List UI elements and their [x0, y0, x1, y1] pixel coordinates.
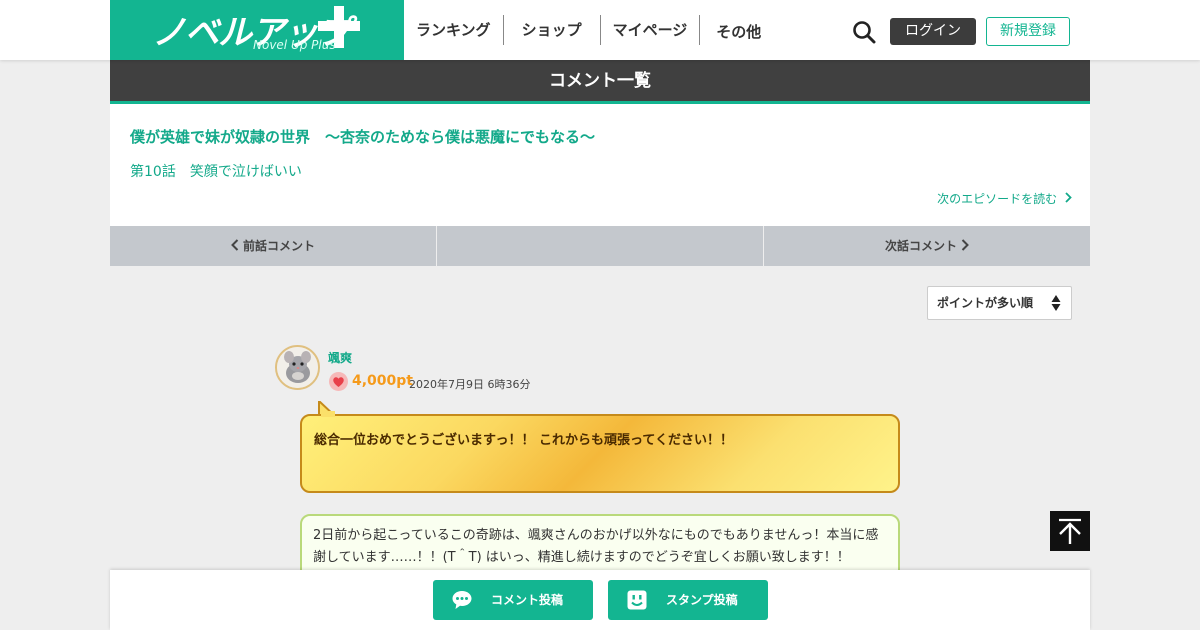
- reply-text: 2日前から起こっているこの奇跡は、颯爽さんのおかげ以外なにものでもありませんっ！…: [313, 528, 879, 565]
- site-logo[interactable]: ノベルアップ Novel Up Plus: [110, 0, 404, 60]
- login-button[interactable]: ログイン: [890, 18, 976, 45]
- avatar[interactable]: [275, 345, 320, 390]
- page-title: コメント一覧: [110, 60, 1090, 104]
- chevron-left-icon: [231, 239, 239, 251]
- work-title-link[interactable]: 僕が英雄で妹が奴隷の世界 〜杏奈のためなら僕は悪魔にでもなる〜: [130, 126, 595, 147]
- logo-subtitle: Novel Up Plus: [253, 38, 336, 52]
- comment-date: 2020年7月9日 6時36分: [409, 378, 531, 391]
- next-episode-label: 次のエピソードを読む: [937, 192, 1058, 206]
- nav-shop[interactable]: ショップ: [504, 15, 601, 45]
- prev-comments-label: 前話コメント: [242, 239, 315, 253]
- stamp-icon: [627, 590, 647, 610]
- page-top-button[interactable]: [1050, 511, 1090, 551]
- post-stamp-label: スタンプ投稿: [666, 593, 738, 607]
- prev-comments-button[interactable]: 前話コメント: [110, 226, 437, 266]
- sort-order-value: ポイントが多い順: [937, 296, 1034, 310]
- sort-order-select[interactable]: ポイントが多い順: [927, 286, 1072, 320]
- pager-middle: [437, 226, 764, 266]
- work-info-panel: 僕が英雄で妹が奴隷の世界 〜杏奈のためなら僕は悪魔にでもなる〜 第10話 笑顔で…: [110, 104, 1090, 226]
- sort-arrows-icon: [1051, 295, 1061, 311]
- comment-pager: 前話コメント 次話コメント: [110, 226, 1090, 266]
- post-stamp-button[interactable]: スタンプ投稿: [608, 580, 768, 620]
- episode-title-link[interactable]: 第10話 笑顔で泣けばいい: [130, 161, 302, 181]
- next-comments-button[interactable]: 次話コメント: [764, 226, 1090, 266]
- next-comments-label: 次話コメント: [884, 239, 957, 253]
- comment-username[interactable]: 颯爽: [328, 349, 352, 366]
- chinchilla-avatar-icon: [277, 347, 318, 388]
- chevron-right-icon: [1065, 192, 1072, 203]
- bottom-action-bar: コメント投稿 スタンプ投稿: [110, 570, 1090, 630]
- comment-bubble: 総合一位おめでとうございますっ！！ これからも頑張ってください！！: [300, 414, 900, 493]
- nav-ranking[interactable]: ランキング: [404, 15, 504, 45]
- nav-other[interactable]: その他: [700, 17, 777, 47]
- search-icon[interactable]: [852, 20, 876, 44]
- next-episode-link[interactable]: 次のエピソードを読む: [937, 190, 1072, 207]
- nav-mypage[interactable]: マイページ: [601, 15, 701, 45]
- bubble-tail-cover: [321, 411, 335, 417]
- comment-points: 4,000pt: [352, 373, 413, 389]
- comment-text: 総合一位おめでとうございますっ！！ これからも頑張ってください！！: [314, 433, 733, 448]
- arrow-up-icon: [1059, 518, 1081, 544]
- post-comment-button[interactable]: コメント投稿: [433, 580, 593, 620]
- speech-bubble-icon: [452, 591, 472, 609]
- site-header: ノベルアップ Novel Up Plus ランキング ショップ マイページ その…: [0, 0, 1200, 60]
- post-comment-label: コメント投稿: [491, 593, 564, 607]
- main-nav: ランキング ショップ マイページ その他: [404, 0, 777, 60]
- chevron-right-icon: [961, 239, 969, 251]
- register-button[interactable]: 新規登録: [986, 17, 1070, 46]
- heart-icon: [329, 372, 348, 391]
